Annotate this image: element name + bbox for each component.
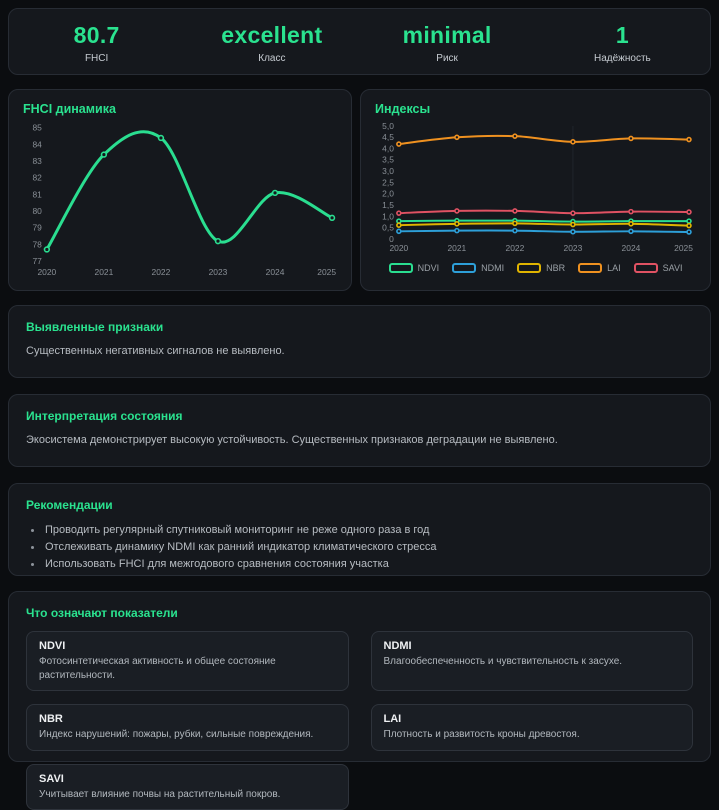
svg-text:82: 82 — [32, 173, 42, 183]
glossary-grid: NDVI Фотосинтетическая активность и обще… — [26, 631, 693, 810]
legend-item-lai[interactable]: LAI — [578, 263, 621, 273]
svg-text:4,0: 4,0 — [382, 143, 394, 153]
svg-text:2020: 2020 — [390, 243, 409, 253]
summary-header: 80.7 FHCI excellent Класс minimal Риск 1… — [8, 8, 711, 75]
glossary-term: LAI — [384, 713, 681, 725]
fhci-report-dashboard: { "colors":{ "accent":"#2ae28f", "ndvi":… — [0, 0, 719, 770]
legend-label: NDVI — [418, 263, 440, 273]
legend-label: NDMI — [481, 263, 504, 273]
svg-text:4,5: 4,5 — [382, 132, 394, 142]
svg-text:78: 78 — [32, 239, 42, 249]
stat-risk-label: Риск — [360, 53, 535, 64]
glossary-term: NDVI — [39, 640, 336, 652]
charts-row: FHCI динамика 77 78 79 80 81 82 83 84 85 2020 2021… — [8, 89, 711, 291]
recommendations-section: Рекомендации Проводить регулярный спутни… — [8, 483, 711, 576]
svg-text:2025: 2025 — [317, 267, 336, 277]
stat-reliability: 1 Надёжность — [535, 19, 710, 64]
glossary-card-ndvi: NDVI Фотосинтетическая активность и обще… — [26, 631, 349, 691]
recommendations-title: Рекомендации — [26, 498, 693, 512]
svg-text:77: 77 — [32, 256, 42, 266]
svg-text:3,5: 3,5 — [382, 155, 394, 165]
glossary-desc: Плотность и развитость кроны древостоя. — [384, 728, 681, 742]
svg-text:2023: 2023 — [564, 243, 583, 253]
stat-reliability-label: Надёжность — [535, 53, 710, 64]
indices-line-chart: 00,51,01,52,02,53,03,54,04,55,0202020212… — [375, 121, 696, 254]
svg-text:84: 84 — [32, 139, 42, 149]
glossary-term: NDMI — [384, 640, 681, 652]
legend-item-nbr[interactable]: NBR — [517, 263, 565, 273]
indices-legend: NDVI NDMI NBR LAI SAVI — [375, 258, 696, 278]
recommendation-item: Отслеживать динамику NDMI как ранний инд… — [43, 539, 693, 556]
svg-text:2024: 2024 — [622, 243, 641, 253]
svg-text:0,5: 0,5 — [382, 223, 394, 233]
svg-text:81: 81 — [32, 189, 42, 199]
glossary-card-savi: SAVI Учитывает влияние почвы на растител… — [26, 764, 349, 810]
legend-item-savi[interactable]: SAVI — [634, 263, 683, 273]
svg-text:2022: 2022 — [152, 267, 171, 277]
fhci-dynamics-card: FHCI динамика 77 78 79 80 81 82 83 84 85 2020 2021… — [8, 89, 352, 291]
legend-swatch-nbr — [517, 263, 541, 273]
svg-text:80: 80 — [32, 206, 42, 216]
indices-chart-title: Индексы — [375, 102, 696, 116]
stat-reliability-value: 1 — [535, 23, 710, 48]
stat-fhci-label: FHCI — [9, 53, 184, 64]
indices-card: Индексы 00,51,01,52,02,53,03,54,04,55,02… — [360, 89, 711, 291]
stat-class: excellent Класс — [184, 19, 359, 64]
svg-text:79: 79 — [32, 223, 42, 233]
stat-class-value: excellent — [184, 23, 359, 48]
glossary-term: NBR — [39, 713, 336, 725]
glossary-desc: Фотосинтетическая активность и общее сос… — [39, 655, 336, 682]
glossary-title: Что означают показатели — [26, 606, 693, 620]
stat-fhci: 80.7 FHCI — [9, 19, 184, 64]
recommendation-item: Использовать FHCI для межгодового сравне… — [43, 556, 693, 573]
detected-signs-text: Существенных негативных сигналов не выяв… — [26, 344, 693, 360]
recommendation-item: Проводить регулярный спутниковый монитор… — [43, 522, 693, 539]
svg-text:85: 85 — [32, 123, 42, 133]
detected-signs-section: Выявленные признаки Существенных негатив… — [8, 305, 711, 378]
stat-risk: minimal Риск — [360, 19, 535, 64]
svg-text:2,0: 2,0 — [382, 189, 394, 199]
legend-label: NBR — [546, 263, 565, 273]
legend-swatch-ndmi — [452, 263, 476, 273]
glossary-card-ndmi: NDMI Влагообеспеченность и чувствительно… — [371, 631, 694, 691]
interpretation-text: Экосистема демонстрирует высокую устойчи… — [26, 433, 693, 449]
svg-text:2024: 2024 — [266, 267, 285, 277]
glossary-card-nbr: NBR Индекс нарушений: пожары, рубки, сил… — [26, 704, 349, 751]
detected-signs-title: Выявленные признаки — [26, 320, 693, 334]
glossary-card-lai: LAI Плотность и развитость кроны древост… — [371, 704, 694, 751]
stat-class-label: Класс — [184, 53, 359, 64]
stat-fhci-value: 80.7 — [9, 23, 184, 48]
legend-swatch-lai — [578, 263, 602, 273]
glossary-section: Что означают показатели NDVI Фотосинтети… — [8, 591, 711, 762]
glossary-term: SAVI — [39, 773, 336, 785]
interpretation-section: Интерпретация состояния Экосистема демон… — [8, 394, 711, 467]
fhci-line-chart: 77 78 79 80 81 82 83 84 85 2020 2021 2022 2023 2024 20… — [23, 121, 337, 278]
stat-risk-value: minimal — [360, 23, 535, 48]
glossary-desc: Индекс нарушений: пожары, рубки, сильные… — [39, 728, 336, 742]
svg-text:3,0: 3,0 — [382, 166, 394, 176]
glossary-desc: Влагообеспеченность и чувствительность к… — [384, 655, 681, 669]
glossary-desc: Учитывает влияние почвы на растительный … — [39, 788, 336, 802]
legend-swatch-ndvi — [389, 263, 413, 273]
svg-text:2023: 2023 — [209, 267, 228, 277]
legend-swatch-savi — [634, 263, 658, 273]
svg-text:83: 83 — [32, 156, 42, 166]
svg-text:1,0: 1,0 — [382, 211, 394, 221]
svg-text:5,0: 5,0 — [382, 121, 394, 131]
svg-text:2020: 2020 — [37, 267, 56, 277]
legend-label: SAVI — [663, 263, 683, 273]
legend-item-ndmi[interactable]: NDMI — [452, 263, 504, 273]
svg-text:2022: 2022 — [506, 243, 525, 253]
svg-text:2021: 2021 — [448, 243, 467, 253]
svg-text:1,5: 1,5 — [382, 200, 394, 210]
recommendations-list: Проводить регулярный спутниковый монитор… — [43, 522, 693, 573]
svg-text:2021: 2021 — [95, 267, 114, 277]
legend-label: LAI — [607, 263, 621, 273]
svg-text:2025: 2025 — [674, 243, 693, 253]
svg-text:2,5: 2,5 — [382, 177, 394, 187]
interpretation-title: Интерпретация состояния — [26, 409, 693, 423]
legend-item-ndvi[interactable]: NDVI — [389, 263, 440, 273]
fhci-chart-title: FHCI динамика — [23, 102, 337, 116]
